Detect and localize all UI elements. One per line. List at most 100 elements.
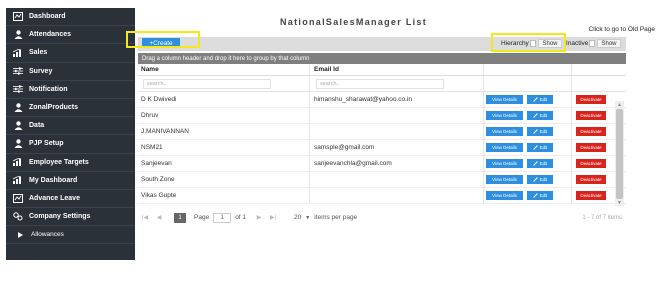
user-icon <box>12 30 24 40</box>
sidebar-item-advance-leave[interactable]: Advance Leave <box>6 190 135 209</box>
first-page-icon[interactable]: |◀ <box>138 214 152 221</box>
sidebar-item-survey[interactable]: Survey <box>6 63 135 81</box>
edit-button[interactable]: Edit <box>527 175 553 184</box>
deactivate-button[interactable]: Deactivate <box>576 143 606 152</box>
email-cell: samsple@gmail.com <box>310 140 484 155</box>
caret-down-icon[interactable]: ▼ <box>305 215 310 221</box>
deactivate-button[interactable]: Deactivate <box>576 159 606 168</box>
pencil-icon <box>532 192 538 199</box>
column-header-actions <box>484 64 572 75</box>
scroll-thumb[interactable] <box>616 109 623 199</box>
edit-button[interactable]: Edit <box>527 111 553 120</box>
email-search-input[interactable]: search.. <box>316 78 444 89</box>
next-page-icon[interactable]: ▶ <box>252 214 266 221</box>
old-page-link[interactable]: Click to go to Old Page <box>589 26 655 33</box>
pager-info: 1 - 7 of 7 items <box>582 214 622 221</box>
chart-icon <box>12 176 24 185</box>
sidebar-item-sales[interactable]: Sales <box>6 44 135 63</box>
view-details-button[interactable]: View Details <box>486 95 523 104</box>
table-row: Vikas Gupte View Details Edit Deactivate <box>138 188 626 204</box>
edit-label: Edit <box>539 193 548 198</box>
name-cell: Sanjeevan <box>138 156 310 171</box>
edit-button[interactable]: Edit <box>527 127 553 136</box>
email-cell: himanshu_sharawat@yahoo.co.in <box>310 92 484 107</box>
view-details-button[interactable]: View Details <box>486 191 523 200</box>
actions-cell: View Details Edit <box>484 172 572 187</box>
name-cell: South Zone <box>138 172 310 187</box>
sliders-icon <box>12 85 24 94</box>
name-cell: Dhruv <box>138 108 310 123</box>
sidebar-item-my-dashboard[interactable]: My Dashboard <box>6 172 135 190</box>
user-icon <box>12 103 24 113</box>
data-grid: Drag a column header and drop it here to… <box>138 53 626 204</box>
edit-button[interactable]: Edit <box>527 159 553 168</box>
email-filter-cell: search.. <box>310 76 484 91</box>
deactivate-cell: Deactivate <box>572 156 618 171</box>
sidebar-item-zonalproducts[interactable]: ZonalProducts <box>6 99 135 118</box>
column-header-email[interactable]: Email Id <box>310 64 484 75</box>
deactivate-cell: Deactivate <box>572 140 618 155</box>
last-page-icon[interactable]: ▶| <box>266 214 280 221</box>
view-details-button[interactable]: View Details <box>486 111 523 120</box>
sidebar-item-label: Attendances <box>29 31 72 39</box>
edit-label: Edit <box>539 145 548 150</box>
edit-button[interactable]: Edit <box>527 95 553 104</box>
current-page-button[interactable]: 1 <box>174 212 186 223</box>
pencil-icon <box>532 176 538 183</box>
sidebar-item-data[interactable]: Data <box>6 117 135 136</box>
view-details-button[interactable]: View Details <box>486 175 523 184</box>
sidebar-item-notification[interactable]: Notification <box>6 81 135 99</box>
name-cell: D K Dwivedi <box>138 92 310 107</box>
sidebar-item-label: Dashboard <box>29 13 66 21</box>
sidebar-item-allowances[interactable]: Allowances <box>6 226 135 245</box>
actions-cell: View Details Edit <box>484 140 572 155</box>
table-row: Sanjeevan sanjeevanchla@gmail.com View Det… <box>138 156 626 172</box>
sidebar-item-label: My Dashboard <box>29 176 78 184</box>
filter-row: search.. search.. <box>138 76 626 92</box>
sidebar-item-pjp-setup[interactable]: PJP Setup <box>6 135 135 154</box>
actions-cell: View Details Edit <box>484 156 572 171</box>
table-row: D K Dwivedi himanshu_sharawat@yahoo.co.in… <box>138 92 626 108</box>
sidebar-item-label: Survey <box>29 67 53 75</box>
scroll-up-icon[interactable]: ▲ <box>617 102 622 108</box>
edit-button[interactable]: Edit <box>527 143 553 152</box>
inactive-show-button[interactable]: Show <box>597 39 621 48</box>
user-icon <box>12 139 24 149</box>
edit-label: Edit <box>539 161 548 166</box>
view-details-button[interactable]: View Details <box>486 143 523 152</box>
deactivate-button[interactable]: Deactivate <box>576 95 606 104</box>
deactivate-button[interactable]: Deactivate <box>576 191 606 200</box>
deactivate-cell: Deactivate <box>572 92 618 107</box>
deactivate-button[interactable]: Deactivate <box>576 127 606 136</box>
sidebar-item-dashboard[interactable]: Dashboard <box>6 8 135 27</box>
email-cell: sanjeevanchla@gmail.com <box>310 156 484 171</box>
sidebar-item-label: Sales <box>29 49 48 57</box>
column-header-name[interactable]: Name <box>138 64 310 75</box>
deactivate-button[interactable]: Deactivate <box>576 175 606 184</box>
dashboard-icon <box>12 193 24 203</box>
group-drop-area[interactable]: Drag a column header and drop it here to… <box>138 53 626 64</box>
page-of-label: of 1 <box>235 214 247 221</box>
view-details-button[interactable]: View Details <box>486 159 523 168</box>
page-number-input[interactable]: 1 <box>213 212 232 223</box>
deactivate-button[interactable]: Deactivate <box>576 111 606 120</box>
view-details-button[interactable]: View Details <box>486 127 523 136</box>
sidebar-item-attendances[interactable]: Attendances <box>6 26 135 45</box>
table-row: South Zone View Details Edit Deactivate <box>138 172 626 188</box>
page-size-select[interactable]: 20 <box>294 214 301 221</box>
pager: |◀ ◀ 1 Page 1 of 1 ▶ ▶| 20 ▼ items per p… <box>138 210 626 225</box>
sidebar-item-label: Data <box>29 122 45 130</box>
sliders-icon <box>12 67 24 75</box>
dashboard-icon <box>12 12 24 22</box>
sidebar-item-employee-targets[interactable]: Employee Targets <box>6 154 135 172</box>
edit-button[interactable]: Edit <box>527 191 553 200</box>
vertical-scrollbar[interactable]: ▲ ▼ <box>615 101 624 206</box>
prev-page-icon[interactable]: ◀ <box>152 214 166 221</box>
edit-label: Edit <box>539 177 548 182</box>
sidebar-item-label: Employee Targets <box>29 158 89 166</box>
sidebar-item-company-settings[interactable]: Company Settings <box>6 208 135 227</box>
inactive-checkbox[interactable] <box>589 40 595 47</box>
scroll-down-icon[interactable]: ▼ <box>617 200 622 206</box>
name-search-input[interactable]: search.. <box>143 78 271 89</box>
highlight-box <box>491 33 566 52</box>
